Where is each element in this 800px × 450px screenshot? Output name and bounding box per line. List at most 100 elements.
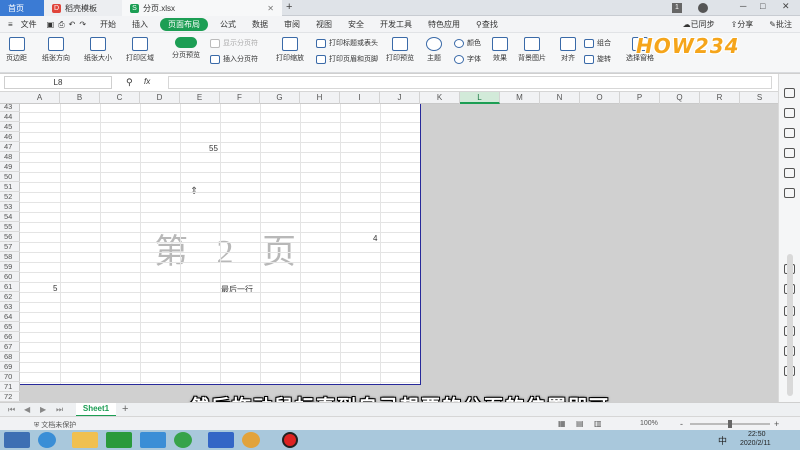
zoom-slider[interactable] bbox=[690, 420, 770, 428]
column-header[interactable]: C bbox=[100, 92, 140, 104]
redo-icon[interactable]: ↷ bbox=[77, 16, 92, 33]
row-header[interactable]: 65 bbox=[0, 322, 20, 332]
effects-button[interactable]: 效果 bbox=[492, 37, 508, 63]
row-header[interactable]: 56 bbox=[0, 232, 20, 242]
prev-sheet-icon[interactable]: ◀ bbox=[24, 405, 30, 414]
row-header[interactable]: 59 bbox=[0, 262, 20, 272]
vertical-scrollbar[interactable] bbox=[787, 254, 793, 396]
row-header[interactable]: 47 bbox=[0, 142, 20, 152]
hamburger-icon[interactable]: ≡ bbox=[0, 16, 21, 33]
orientation-button[interactable]: 纸张方向 bbox=[42, 37, 70, 63]
column-header[interactable]: A bbox=[20, 92, 60, 104]
fx-label[interactable]: fx bbox=[144, 77, 150, 86]
row-header[interactable]: 69 bbox=[0, 362, 20, 372]
comment-button[interactable]: ✎批注 bbox=[761, 16, 800, 33]
start-icon[interactable] bbox=[4, 432, 30, 448]
header-footer-button[interactable]: 打印页眉和页脚 bbox=[316, 54, 378, 64]
folder-icon[interactable] bbox=[72, 432, 98, 448]
row-header[interactable]: 50 bbox=[0, 172, 20, 182]
zoom-out-button[interactable]: - bbox=[680, 419, 683, 429]
column-header[interactable]: P bbox=[620, 92, 660, 104]
format-icon[interactable] bbox=[784, 128, 795, 138]
row-header[interactable]: 45 bbox=[0, 122, 20, 132]
fonts-button[interactable]: 字体 bbox=[454, 54, 481, 64]
undo-icon[interactable]: ↶ bbox=[67, 16, 78, 33]
share-button[interactable]: ⇪分享 bbox=[723, 16, 762, 33]
row-header[interactable]: 67 bbox=[0, 342, 20, 352]
column-header[interactable]: H bbox=[300, 92, 340, 104]
record-icon[interactable] bbox=[282, 432, 298, 448]
chart-icon[interactable] bbox=[784, 188, 795, 198]
print-scaling-button[interactable]: 打印缩放 bbox=[276, 37, 304, 63]
insert-page-break-button[interactable]: 插入分页符 bbox=[210, 54, 258, 64]
group-button[interactable]: 组合 bbox=[584, 38, 611, 48]
row-header[interactable]: 53 bbox=[0, 202, 20, 212]
sheet-tab-sheet1[interactable]: Sheet1 bbox=[76, 403, 116, 417]
row-header[interactable]: 49 bbox=[0, 162, 20, 172]
window-close-icon[interactable]: ✕ bbox=[782, 1, 790, 12]
minimize-icon[interactable]: ─ bbox=[740, 1, 746, 11]
menu-developer[interactable]: 开发工具 bbox=[372, 16, 420, 33]
column-header[interactable]: L bbox=[460, 92, 500, 104]
menu-home[interactable]: 开始 bbox=[92, 16, 124, 33]
page-break-preview-button[interactable]: 分页预览 bbox=[172, 37, 200, 60]
print-titles-button[interactable]: 打印标题或表头 bbox=[316, 38, 378, 48]
print-page-area[interactable]: ⇕ 第 2 页 55 4 5 最后一行 bbox=[20, 104, 421, 385]
row-header[interactable]: 55 bbox=[0, 222, 20, 232]
row-header[interactable]: 43 bbox=[0, 102, 20, 112]
menu-page-layout[interactable]: 页面布局 bbox=[160, 17, 209, 31]
menu-insert[interactable]: 插入 bbox=[124, 16, 156, 33]
row-header[interactable]: 66 bbox=[0, 332, 20, 342]
store-icon[interactable] bbox=[106, 432, 132, 448]
cloud-app-icon[interactable] bbox=[140, 432, 166, 448]
row-header[interactable]: 68 bbox=[0, 352, 20, 362]
row-header[interactable]: 62 bbox=[0, 292, 20, 302]
menu-file[interactable]: 文件 bbox=[21, 16, 45, 33]
print-area-button[interactable]: 打印区域 bbox=[126, 37, 154, 63]
table-icon[interactable] bbox=[784, 148, 795, 158]
menu-review[interactable]: 审阅 bbox=[276, 16, 308, 33]
column-header[interactable]: M bbox=[500, 92, 540, 104]
row-header[interactable]: 44 bbox=[0, 112, 20, 122]
view-layout-icon[interactable]: ▤ bbox=[576, 419, 584, 428]
margins-button[interactable]: 页边距 bbox=[6, 37, 27, 63]
column-header[interactable]: G bbox=[260, 92, 300, 104]
print-preview-button[interactable]: 打印预览 bbox=[386, 37, 414, 63]
row-header[interactable]: 64 bbox=[0, 312, 20, 322]
column-header[interactable]: S bbox=[740, 92, 778, 104]
chrome-icon[interactable] bbox=[242, 432, 260, 448]
tab-home[interactable]: 首页 bbox=[0, 0, 44, 16]
clock-date[interactable]: 2020/2/11 bbox=[740, 440, 771, 447]
spreadsheet-grid[interactable]: ABCDEFGHIJKLMNOPQRS 43 44 45 46 47 48 49 50 51 52… bbox=[0, 92, 778, 402]
new-tab-icon[interactable]: + bbox=[286, 1, 292, 13]
row-header[interactable]: 48 bbox=[0, 152, 20, 162]
column-header[interactable]: F bbox=[220, 92, 260, 104]
name-box[interactable]: L8 bbox=[4, 76, 112, 89]
view-normal-icon[interactable]: ▦ bbox=[558, 419, 566, 428]
tab-workbook[interactable]: S 分页.xlsx ✕ bbox=[122, 0, 282, 16]
row-header[interactable]: 58 bbox=[0, 252, 20, 262]
print-icon[interactable]: ⎙ bbox=[56, 16, 66, 33]
avatar-icon[interactable] bbox=[698, 3, 708, 13]
close-icon[interactable]: ✕ bbox=[267, 4, 274, 13]
show-page-breaks-checkbox[interactable]: 显示分页符 bbox=[210, 38, 258, 48]
menu-security[interactable]: 安全 bbox=[340, 16, 372, 33]
zoom-in-button[interactable]: + bbox=[774, 419, 779, 429]
column-header[interactable]: I bbox=[340, 92, 380, 104]
theme-button[interactable]: 主题 bbox=[426, 37, 442, 63]
row-header[interactable]: 61 bbox=[0, 282, 20, 292]
menu-special[interactable]: 特色应用 bbox=[420, 16, 468, 33]
row-header[interactable]: 70 bbox=[0, 372, 20, 382]
column-header[interactable]: J bbox=[380, 92, 420, 104]
zoom-level[interactable]: 100% bbox=[640, 420, 658, 427]
maximize-icon[interactable]: □ bbox=[760, 1, 765, 11]
view-break-icon[interactable]: ▥ bbox=[594, 419, 602, 428]
first-sheet-icon[interactable]: ⏮ bbox=[8, 405, 15, 415]
last-sheet-icon[interactable]: ⏭ bbox=[56, 405, 63, 415]
column-header[interactable]: R bbox=[700, 92, 740, 104]
sync-button[interactable]: ☁已同步 bbox=[675, 16, 723, 33]
rotate-button[interactable]: 旋转 bbox=[584, 54, 611, 64]
row-header[interactable]: 71 bbox=[0, 382, 20, 392]
row-header[interactable]: 63 bbox=[0, 302, 20, 312]
ime-indicator[interactable]: 中 bbox=[718, 434, 727, 447]
